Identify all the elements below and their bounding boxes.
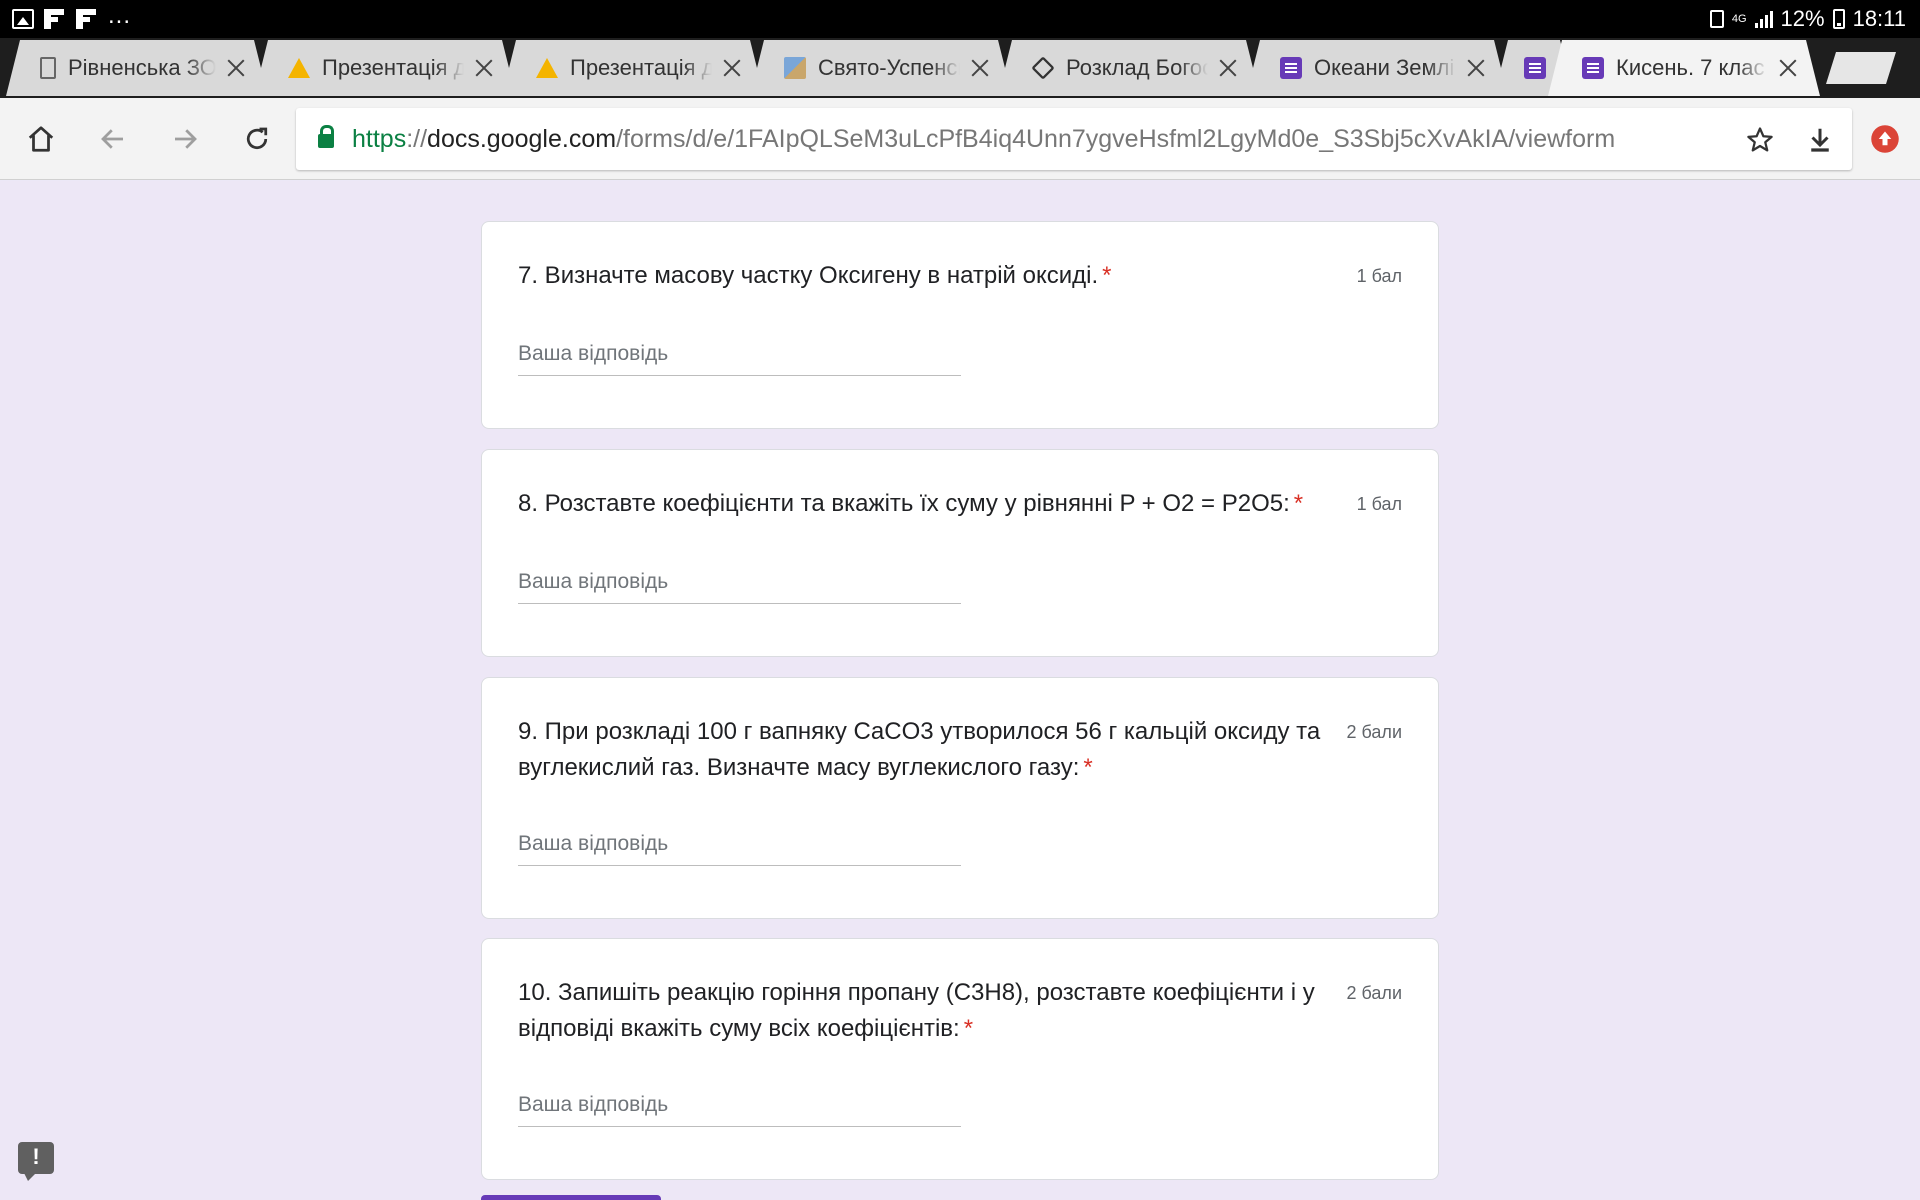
- google-forms-icon: [1280, 57, 1302, 79]
- question-title: 10. Запишіть реакцію горіння пропану (C3…: [518, 975, 1338, 1047]
- required-asterisk: *: [1293, 490, 1304, 517]
- question-points: 1 бал: [1356, 494, 1402, 514]
- google-drive-icon: [536, 58, 558, 78]
- question-card: 8. Розставте коефіцієнти та вкажіть їх с…: [481, 449, 1439, 657]
- update-button[interactable]: [1862, 116, 1908, 162]
- tab-title: Океани Землі.: [1314, 55, 1456, 80]
- status-bar: ... 4G 12% 18:11: [0, 0, 1920, 38]
- back-button[interactable]: [90, 116, 136, 162]
- signal-icon: [1754, 10, 1773, 28]
- question-points: 1 бал: [1356, 266, 1402, 286]
- new-tab-button[interactable]: [1826, 52, 1896, 84]
- question-text: 10. Запишіть реакцію горіння пропану (C3…: [518, 979, 1315, 1042]
- feedback-button[interactable]: !: [18, 1142, 54, 1181]
- download-button[interactable]: [1798, 118, 1842, 162]
- flipboard-icon: [44, 9, 66, 29]
- close-icon[interactable]: [226, 58, 246, 78]
- submit-button[interactable]: [481, 1195, 661, 1200]
- download-icon: [1811, 128, 1829, 152]
- question-text: 9. При розкладі 100 г вапняку CaCO3 утво…: [518, 718, 1321, 781]
- google-forms-icon: [1524, 57, 1546, 79]
- sim-icon: [1709, 10, 1724, 28]
- star-icon: [1747, 127, 1773, 152]
- home-icon: [28, 126, 54, 152]
- close-icon[interactable]: [1466, 58, 1486, 78]
- question-card: 7. Визначте масову частку Оксигену в нат…: [481, 221, 1439, 429]
- network-type: 4G: [1731, 12, 1747, 25]
- answer-input[interactable]: Ваша відповідь: [518, 336, 961, 376]
- url-path: /forms/d/e/1FAIpQLSeM3uLcPfB4iq4Unn7ygve…: [616, 124, 1616, 153]
- browser-toolbar: https://docs.google.com/forms/d/e/1FAIpQ…: [0, 98, 1920, 180]
- question-points: 2 бали: [1346, 722, 1402, 742]
- tab-rivnenska[interactable]: Рівненська ЗОШ: [6, 40, 268, 96]
- tab-okeany[interactable]: Океани Землі.: [1246, 40, 1508, 96]
- reload-icon: [246, 127, 268, 150]
- lock-icon: [318, 125, 334, 148]
- required-asterisk: *: [1083, 754, 1093, 781]
- flipboard-icon: [76, 9, 98, 29]
- close-icon[interactable]: [474, 58, 494, 78]
- question-card: 10. Запишіть реакцію горіння пропану (C3…: [481, 938, 1439, 1180]
- url-host: docs.google.com: [427, 124, 617, 153]
- google-drive-icon: [288, 58, 310, 78]
- tab-rozklad[interactable]: Розклад Богосл: [998, 40, 1260, 96]
- battery-percent: 12%: [1780, 6, 1825, 31]
- tab-title: Презентація до: [322, 55, 464, 80]
- required-asterisk: *: [963, 1015, 974, 1042]
- more-notifications: ...: [108, 2, 132, 29]
- google-forms-icon: [1582, 57, 1604, 79]
- reload-button[interactable]: [234, 116, 280, 162]
- tab-title: Рівненська ЗОШ: [68, 55, 216, 80]
- gallery-icon: [12, 9, 34, 29]
- bookmark-button[interactable]: [1738, 118, 1782, 162]
- feedback-icon: !: [32, 1144, 40, 1169]
- tab-title: Кисень. 7 клас: [1616, 55, 1765, 80]
- status-notifications: ...: [12, 4, 131, 29]
- question-card: 9. При розкладі 100 г вапняку CaCO3 утво…: [481, 677, 1439, 919]
- question-text: 8. Розставте коефіцієнти та вкажіть їх с…: [518, 490, 1290, 517]
- answer-input[interactable]: Ваша відповідь: [518, 826, 961, 866]
- form-page: 7. Визначте масову частку Оксигену в нат…: [0, 181, 1920, 1200]
- url-scheme: https: [352, 124, 407, 153]
- tab-title: Свято-Успенська: [818, 55, 958, 80]
- clock: 18:11: [1852, 6, 1906, 31]
- close-icon[interactable]: [1778, 58, 1798, 78]
- address-bar[interactable]: https://docs.google.com/forms/d/e/1FAIpQ…: [296, 108, 1852, 170]
- tab-title: Розклад Богосл: [1066, 55, 1208, 80]
- question-title: 9. При розкладі 100 г вапняку CaCO3 утво…: [518, 714, 1338, 786]
- update-icon: [1871, 125, 1899, 153]
- close-icon[interactable]: [1218, 58, 1238, 78]
- forward-arrow-icon: [175, 129, 197, 149]
- back-arrow-icon: [101, 129, 123, 149]
- required-asterisk: *: [1102, 262, 1112, 289]
- tab-presentation-1[interactable]: Презентація до: [254, 40, 516, 96]
- question-title: 8. Розставте коефіцієнти та вкажіть їх с…: [518, 486, 1338, 522]
- tab-strip: Рівненська ЗОШ Презентація до Презентаці…: [0, 38, 1920, 98]
- document-icon: [40, 57, 56, 79]
- close-icon[interactable]: [722, 58, 742, 78]
- answer-input[interactable]: Ваша відповідь: [518, 1087, 961, 1127]
- tab-svyato-uspenska[interactable]: Свято-Успенська: [750, 40, 1012, 96]
- diamond-favicon-icon: [1031, 56, 1054, 79]
- tab-title: Презентація до: [570, 55, 712, 80]
- close-icon[interactable]: [970, 58, 990, 78]
- image-favicon-icon: [784, 57, 806, 79]
- question-title: 7. Визначте масову частку Оксигену в нат…: [518, 258, 1338, 294]
- tab-kysen[interactable]: Кисень. 7 клас: [1548, 40, 1820, 96]
- question-text: 7. Визначте масову частку Оксигену в нат…: [518, 262, 1099, 289]
- tab-presentation-2[interactable]: Презентація до: [502, 40, 764, 96]
- battery-icon: [1832, 9, 1845, 29]
- url-separator: ://: [406, 124, 428, 153]
- home-button[interactable]: [18, 116, 64, 162]
- question-points: 2 бали: [1346, 983, 1402, 1003]
- status-system: 4G 12% 18:11: [1709, 6, 1906, 32]
- forward-button[interactable]: [162, 116, 208, 162]
- answer-input[interactable]: Ваша відповідь: [518, 564, 961, 604]
